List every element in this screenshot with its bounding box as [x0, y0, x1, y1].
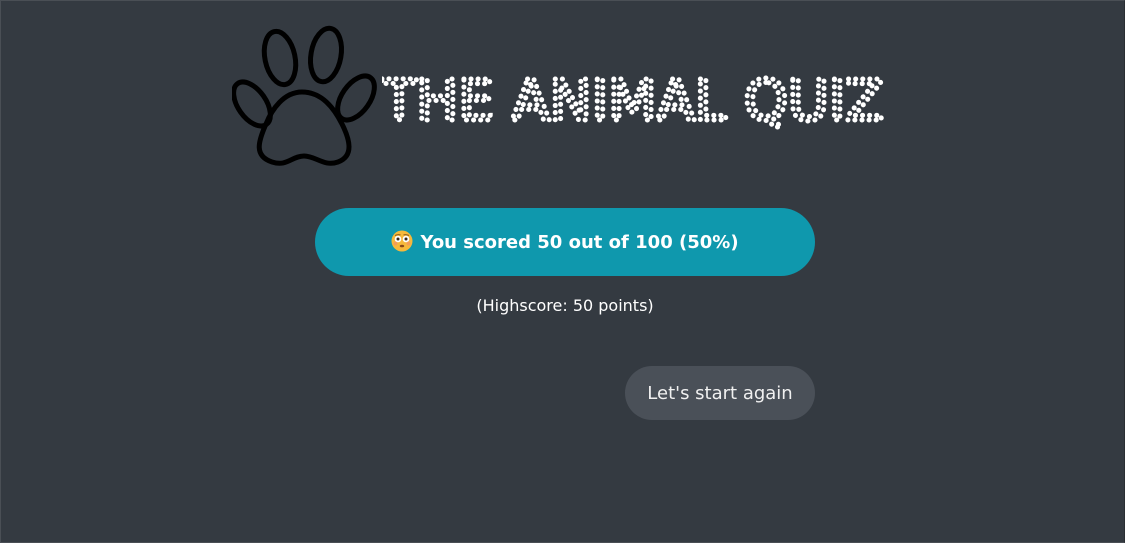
- highscore-text: (Highscore: 50 points): [476, 296, 654, 315]
- score-value: 50: [537, 231, 563, 253]
- score-total: 100: [635, 231, 673, 253]
- flushed-face-icon: [391, 230, 413, 252]
- svg-text:THE ANIMAL QUIZ: THE ANIMAL QUIZ: [382, 69, 884, 134]
- score-result-banner: You scored 50 out of 100 (50%): [315, 208, 815, 276]
- quiz-header: THE ANIMAL QUIZ: [232, 24, 912, 172]
- score-middle: out of: [568, 231, 629, 253]
- restart-button[interactable]: Let's start again: [625, 366, 815, 420]
- app-title: THE ANIMAL QUIZ: [382, 67, 886, 137]
- score-text: You scored 50 out of 100 (50%): [420, 232, 738, 253]
- score-percent: (50%): [679, 231, 739, 253]
- paw-icon: [232, 25, 377, 166]
- score-prefix: You scored: [420, 231, 531, 253]
